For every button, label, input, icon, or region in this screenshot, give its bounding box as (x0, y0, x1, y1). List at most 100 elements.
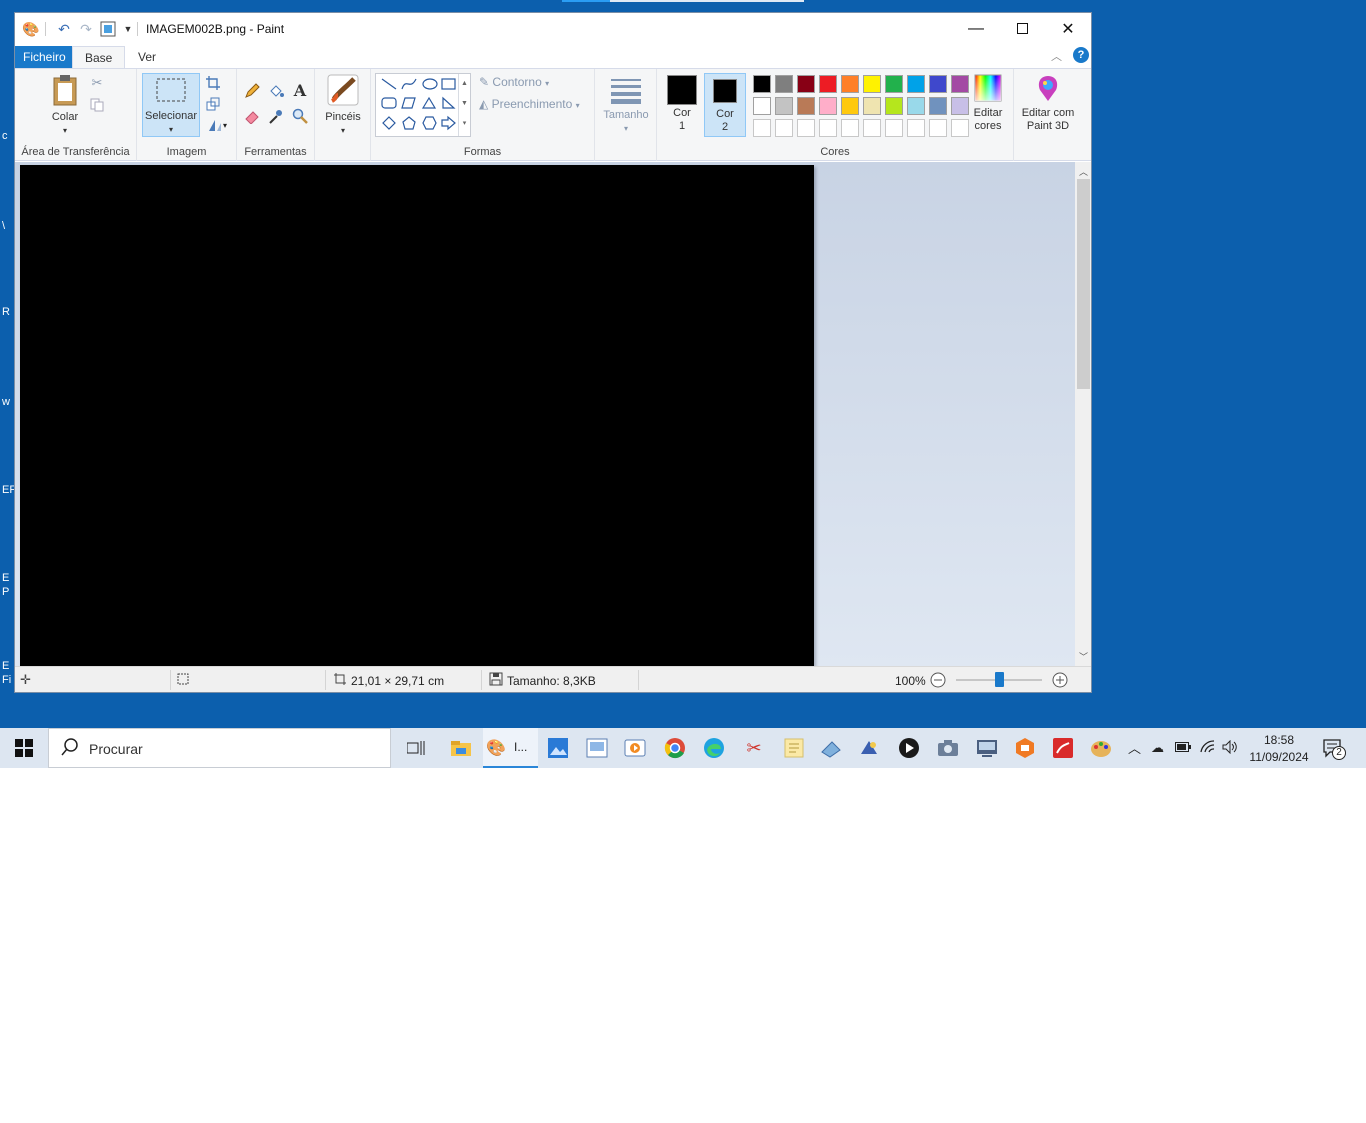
taskbar-paint-app[interactable]: 🎨 I... (483, 728, 538, 768)
canvas-area[interactable] (15, 162, 1075, 666)
rotate-button[interactable]: ▾ (204, 116, 230, 134)
tab-view[interactable]: Ver (126, 46, 168, 68)
collapse-ribbon-icon[interactable]: ︿ (1051, 48, 1062, 64)
palette-color-swatch[interactable] (907, 119, 925, 137)
color1-button[interactable]: Cor 1 (662, 73, 702, 137)
palette-color-swatch[interactable] (797, 119, 815, 137)
palette-color-swatch[interactable] (797, 75, 815, 93)
palette-color-swatch[interactable] (863, 75, 881, 93)
edit-paint3d-button[interactable]: Editar com Paint 3D (1016, 73, 1080, 133)
pdf-reader-icon[interactable] (1049, 734, 1077, 762)
customize-toolbar-icon[interactable] (99, 20, 117, 38)
maximize-button[interactable] (999, 13, 1045, 44)
color2-button[interactable]: Cor 2 (704, 73, 746, 137)
vertical-scrollbar[interactable]: ︿ ﹀ (1075, 162, 1091, 666)
notification-center-icon[interactable]: 2 (1322, 738, 1346, 763)
palette-color-swatch[interactable] (819, 75, 837, 93)
color1-number: 1 (678, 120, 686, 132)
undo-icon[interactable]: ↶ (55, 20, 73, 38)
crop-icon[interactable] (204, 74, 222, 92)
taskbar-search-box[interactable]: Procurar (48, 728, 391, 768)
onedrive-icon[interactable]: ☁ (1151, 740, 1164, 756)
size-button[interactable]: Tamanho ▾ (600, 73, 652, 135)
tab-file[interactable]: Ficheiro (15, 46, 72, 68)
palette-color-swatch[interactable] (753, 119, 771, 137)
scroll-down-icon[interactable]: ﹀ (1079, 650, 1088, 663)
palette-color-swatch[interactable] (841, 75, 859, 93)
palette-color-swatch[interactable] (907, 97, 925, 115)
palette-color-swatch[interactable] (863, 119, 881, 137)
notes-icon[interactable] (780, 734, 808, 762)
brushes-button[interactable]: Pincéis ▾ (319, 73, 367, 137)
scrollbar-thumb[interactable] (1077, 179, 1090, 389)
zoom-out-icon[interactable] (930, 672, 946, 691)
shapes-scroll[interactable]: ▲ ▼ ▾ (458, 74, 470, 136)
paint-app-icon[interactable]: 🎨 (22, 20, 40, 38)
wifi-icon[interactable] (1200, 740, 1216, 757)
close-button[interactable]: ✕ (1045, 13, 1091, 44)
palette-color-swatch[interactable] (929, 119, 947, 137)
snipping-tool-icon[interactable]: ✂ (740, 734, 768, 762)
palette-color-swatch[interactable] (775, 75, 793, 93)
video-player-icon[interactable] (895, 734, 923, 762)
chevron-down-icon[interactable]: ▼ (119, 20, 137, 38)
camera-icon[interactable] (934, 734, 962, 762)
palette-color-swatch[interactable] (885, 119, 903, 137)
text-tool-icon[interactable]: A (291, 81, 309, 100)
palette-color-swatch[interactable] (753, 97, 771, 115)
shapes-gallery[interactable]: ▲ ▼ ▾ (375, 73, 471, 137)
image-viewer-icon[interactable] (583, 734, 611, 762)
minimize-button[interactable]: — (953, 13, 999, 44)
palette-color-swatch[interactable] (841, 119, 859, 137)
palette-color-swatch[interactable] (885, 75, 903, 93)
palette-color-swatch[interactable] (797, 97, 815, 115)
photos-icon[interactable] (544, 734, 572, 762)
paint-palette-icon[interactable] (1087, 734, 1115, 762)
palette-color-swatch[interactable] (819, 119, 837, 137)
palette-color-swatch[interactable] (929, 97, 947, 115)
scroll-up-icon[interactable]: ︿ (1079, 165, 1088, 178)
palette-color-swatch[interactable] (907, 75, 925, 93)
edit-colors-button[interactable]: Editar cores (967, 73, 1009, 133)
windows-start-icon[interactable] (10, 734, 38, 762)
palette-color-swatch[interactable] (885, 97, 903, 115)
outline-button[interactable]: ✎ Contorno ▾ (479, 75, 549, 89)
magnifier-icon[interactable] (291, 107, 309, 125)
screen-tool-icon[interactable] (973, 734, 1001, 762)
fill-bucket-icon[interactable] (267, 82, 285, 100)
palette-color-swatch[interactable] (863, 97, 881, 115)
scanner-icon[interactable] (817, 734, 845, 762)
media-player-icon[interactable] (621, 734, 649, 762)
zoom-in-icon[interactable] (1052, 672, 1068, 691)
zoom-slider-thumb[interactable] (995, 672, 1004, 687)
cut-icon[interactable]: ✂ (88, 74, 106, 92)
battery-icon[interactable] (1175, 740, 1191, 755)
redo-icon[interactable]: ↷ (77, 20, 95, 38)
palette-color-swatch[interactable] (929, 75, 947, 93)
fill-button[interactable]: ◭ Preenchimento ▾ (479, 97, 580, 111)
app-icon-blue[interactable] (855, 734, 883, 762)
clock[interactable]: 18:58 11/09/2024 (1248, 732, 1310, 766)
paste-button[interactable]: Colar ▾ (45, 73, 85, 137)
image-canvas[interactable] (20, 165, 814, 666)
select-button[interactable]: Selecionar ▾ (142, 73, 200, 137)
edge-icon[interactable] (700, 734, 728, 762)
palette-color-swatch[interactable] (775, 97, 793, 115)
volume-icon[interactable] (1222, 739, 1238, 757)
help-icon[interactable]: ? (1073, 47, 1089, 63)
palette-color-swatch[interactable] (775, 119, 793, 137)
task-view-icon[interactable] (402, 734, 430, 762)
office-app-icon[interactable] (1011, 734, 1039, 762)
show-hidden-icons-icon[interactable]: ︿ (1128, 738, 1141, 757)
tab-home[interactable]: Base (72, 46, 126, 68)
file-explorer-icon[interactable] (447, 734, 475, 762)
palette-color-swatch[interactable] (841, 97, 859, 115)
color-picker-icon[interactable] (267, 107, 285, 125)
resize-icon[interactable] (204, 95, 222, 113)
eraser-icon[interactable] (243, 107, 261, 125)
pencil-icon[interactable] (243, 82, 261, 100)
chrome-icon[interactable] (661, 734, 689, 762)
palette-color-swatch[interactable] (819, 97, 837, 115)
palette-color-swatch[interactable] (753, 75, 771, 93)
copy-icon[interactable] (88, 96, 106, 114)
